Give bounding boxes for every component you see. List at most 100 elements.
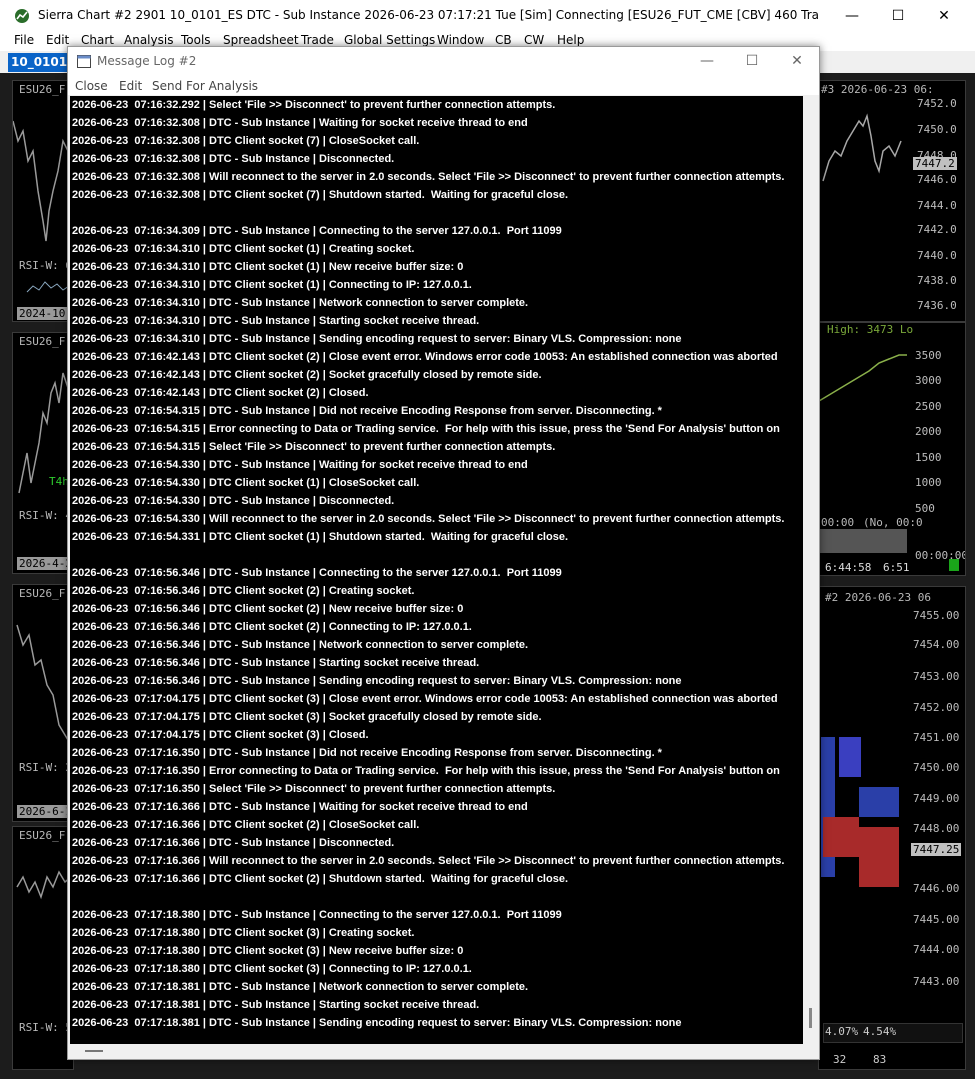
price-label: 7454.00 bbox=[913, 638, 960, 651]
log-line: 2026-06-23 07:16:32.308 | Will reconnect… bbox=[72, 171, 785, 183]
price-label: 1000 bbox=[915, 476, 942, 489]
no-label: (No, 00:0 bbox=[863, 516, 923, 529]
stat-pct-2: 4.54% bbox=[863, 1025, 897, 1038]
chart-symbol: ESU26_F bbox=[19, 335, 66, 348]
log-line: 2026-06-23 07:16:56.346 | DTC - Sub Inst… bbox=[72, 657, 480, 669]
menu-tools[interactable]: Tools bbox=[181, 33, 211, 47]
time-label-left: 6:44:58 bbox=[825, 561, 872, 574]
stat-value-1: 32 bbox=[833, 1053, 847, 1066]
chart-left-1[interactable]: ESU26_F RSI-W: 6 2024-10-3 bbox=[12, 80, 74, 322]
price-label: 7451.00 bbox=[913, 731, 960, 744]
chart-date: 2026-4-27 bbox=[17, 557, 73, 570]
log-line: 2026-06-23 07:16:54.330 | DTC Client soc… bbox=[72, 477, 420, 489]
high-label: High: 3473 Lo bbox=[827, 323, 914, 336]
minimize-button[interactable]: — bbox=[829, 0, 875, 31]
time-scale-bar bbox=[819, 529, 907, 553]
menu-help[interactable]: Help bbox=[557, 33, 584, 47]
horizontal-scroll-thumb[interactable] bbox=[85, 1050, 103, 1052]
menu-global-settings[interactable]: Global Settings bbox=[344, 33, 435, 47]
chart-left-2[interactable]: ESU26_F T4h RSI-W: 4 2026-4-27 bbox=[12, 332, 74, 574]
log-line: 2026-06-23 07:17:04.175 | DTC Client soc… bbox=[72, 729, 369, 741]
stat-value-2: 83 bbox=[873, 1053, 887, 1066]
log-line: 2026-06-23 07:17:18.380 | DTC - Sub Inst… bbox=[72, 909, 562, 921]
message-log-title-bar[interactable]: Message Log #2 — ☐ ✕ bbox=[68, 47, 819, 77]
message-log-window[interactable]: Message Log #2 — ☐ ✕ Close Edit Send For… bbox=[67, 46, 820, 1060]
log-line: 2026-06-23 07:17:16.350 | Select 'File >… bbox=[72, 783, 556, 795]
chart-right-2[interactable]: High: 3473 Lo 3500 3000 2500 2000 1500 1… bbox=[818, 322, 966, 576]
log-line: 2026-06-23 07:16:34.310 | DTC Client soc… bbox=[72, 261, 464, 273]
log-line: 2026-06-23 07:16:34.310 | DTC - Sub Inst… bbox=[72, 315, 480, 327]
status-indicator bbox=[949, 559, 959, 571]
current-price-marker: 7447.25 bbox=[911, 843, 962, 856]
price-label: 7449.00 bbox=[913, 792, 960, 805]
price-label: 7450.00 bbox=[913, 761, 960, 774]
log-line: 2026-06-23 07:16:54.315 | DTC - Sub Inst… bbox=[72, 405, 662, 417]
price-label: 2000 bbox=[915, 425, 942, 438]
menu-close[interactable]: Close bbox=[75, 79, 108, 93]
price-label: 7452.0 bbox=[917, 97, 957, 110]
vertical-scroll-thumb[interactable] bbox=[809, 1008, 812, 1028]
current-price-marker: 7447.2 bbox=[913, 157, 957, 170]
rsi-label: RSI-W: 6 bbox=[19, 259, 72, 272]
log-line: 2026-06-23 07:17:04.175 | DTC Client soc… bbox=[72, 693, 778, 705]
price-label: 7443.00 bbox=[913, 975, 960, 988]
log-line: 2026-06-23 07:16:34.310 | DTC - Sub Inst… bbox=[72, 333, 682, 345]
log-line: 2026-06-23 07:16:56.346 | DTC Client soc… bbox=[72, 585, 415, 597]
chart-left-4[interactable]: ESU26_F RSI-W: 56 bbox=[12, 826, 74, 1070]
log-line: 2026-06-23 07:17:16.366 | DTC Client soc… bbox=[72, 819, 420, 831]
app-title: Sierra Chart #2 2901 10_0101_ES DTC - Su… bbox=[38, 8, 818, 22]
log-line: 2026-06-23 07:17:18.381 | DTC - Sub Inst… bbox=[72, 999, 480, 1011]
price-label: 7436.0 bbox=[917, 299, 957, 312]
price-graph bbox=[16, 870, 72, 900]
volume-profile-bar bbox=[859, 787, 899, 817]
app-title-bar[interactable]: Sierra Chart #2 2901 10_0101_ES DTC - Su… bbox=[0, 0, 975, 31]
message-log-maximize-button[interactable]: ☐ bbox=[729, 47, 775, 75]
chart-right-1[interactable]: #3 2026-06-23 06: 7452.0 7450.0 7448.0 7… bbox=[818, 80, 966, 322]
volume-graph bbox=[819, 354, 907, 402]
volume-profile-bar bbox=[823, 817, 859, 857]
chart-right-3[interactable]: #2 2026-06-23 06 7455.00 7454.00 7453.00… bbox=[818, 586, 966, 1070]
message-log-close-button[interactable]: ✕ bbox=[774, 47, 820, 75]
menu-cw[interactable]: CW bbox=[524, 33, 544, 47]
log-line: 2026-06-23 07:17:16.350 | DTC - Sub Inst… bbox=[72, 747, 662, 759]
log-line: 2026-06-23 07:17:18.380 | DTC Client soc… bbox=[72, 945, 464, 957]
horizontal-scrollbar[interactable] bbox=[70, 1044, 818, 1058]
price-graph bbox=[822, 113, 902, 182]
log-line: 2026-06-23 07:16:32.308 | DTC - Sub Inst… bbox=[72, 117, 528, 129]
log-line: 2026-06-23 07:16:32.308 | DTC - Sub Inst… bbox=[72, 153, 395, 165]
rsi-label: RSI-W: 4 bbox=[19, 509, 72, 522]
log-line: 2026-06-23 07:16:56.346 | DTC - Sub Inst… bbox=[72, 639, 529, 651]
menu-window[interactable]: Window bbox=[437, 33, 484, 47]
message-log-title: Message Log #2 bbox=[97, 54, 197, 68]
menu-chart[interactable]: Chart bbox=[81, 33, 114, 47]
message-log-minimize-button[interactable]: — bbox=[684, 47, 730, 75]
menu-analysis[interactable]: Analysis bbox=[124, 33, 173, 47]
rsi-label: RSI-W: 2 bbox=[19, 761, 72, 774]
log-line: 2026-06-23 07:17:18.381 | DTC - Sub Inst… bbox=[72, 1017, 682, 1029]
close-button[interactable]: ✕ bbox=[921, 0, 967, 31]
log-line: 2026-06-23 07:16:32.308 | DTC Client soc… bbox=[72, 135, 420, 147]
price-label: 3000 bbox=[915, 374, 942, 387]
maximize-button[interactable]: ☐ bbox=[875, 0, 921, 31]
log-line: 2026-06-23 07:17:16.366 | DTC Client soc… bbox=[72, 873, 568, 885]
price-label: 7445.00 bbox=[913, 913, 960, 926]
chart-symbol: ESU26_F bbox=[19, 829, 66, 842]
menu-edit[interactable]: Edit bbox=[46, 33, 69, 47]
price-label: 7446.0 bbox=[917, 173, 957, 186]
chart-left-3[interactable]: ESU26_F RSI-W: 2 2026-6-15 bbox=[12, 584, 74, 822]
message-log-text-area[interactable]: 2026-06-23 07:16:32.292 | Select 'File >… bbox=[70, 96, 803, 1044]
log-line: 2026-06-23 07:16:54.315 | Error connecti… bbox=[72, 423, 780, 435]
chart-date: 2026-6-15 bbox=[17, 805, 73, 818]
stat-pct-1: 4.07% bbox=[825, 1025, 859, 1038]
menu-send-for-analysis[interactable]: Send For Analysis bbox=[152, 79, 258, 93]
menu-file[interactable]: File bbox=[14, 33, 34, 47]
log-line: 2026-06-23 07:16:42.143 | DTC Client soc… bbox=[72, 351, 778, 363]
vertical-scrollbar[interactable] bbox=[804, 96, 818, 1044]
chartbook-tab-active[interactable]: 10_0101_ bbox=[8, 53, 70, 72]
menu-edit[interactable]: Edit bbox=[119, 79, 142, 93]
menu-cb[interactable]: CB bbox=[495, 33, 512, 47]
menu-trade[interactable]: Trade bbox=[301, 33, 334, 47]
rsi-label: RSI-W: 56 bbox=[19, 1021, 74, 1034]
log-line: 2026-06-23 07:16:34.310 | DTC Client soc… bbox=[72, 243, 415, 255]
menu-spreadsheet[interactable]: Spreadsheet bbox=[223, 33, 299, 47]
